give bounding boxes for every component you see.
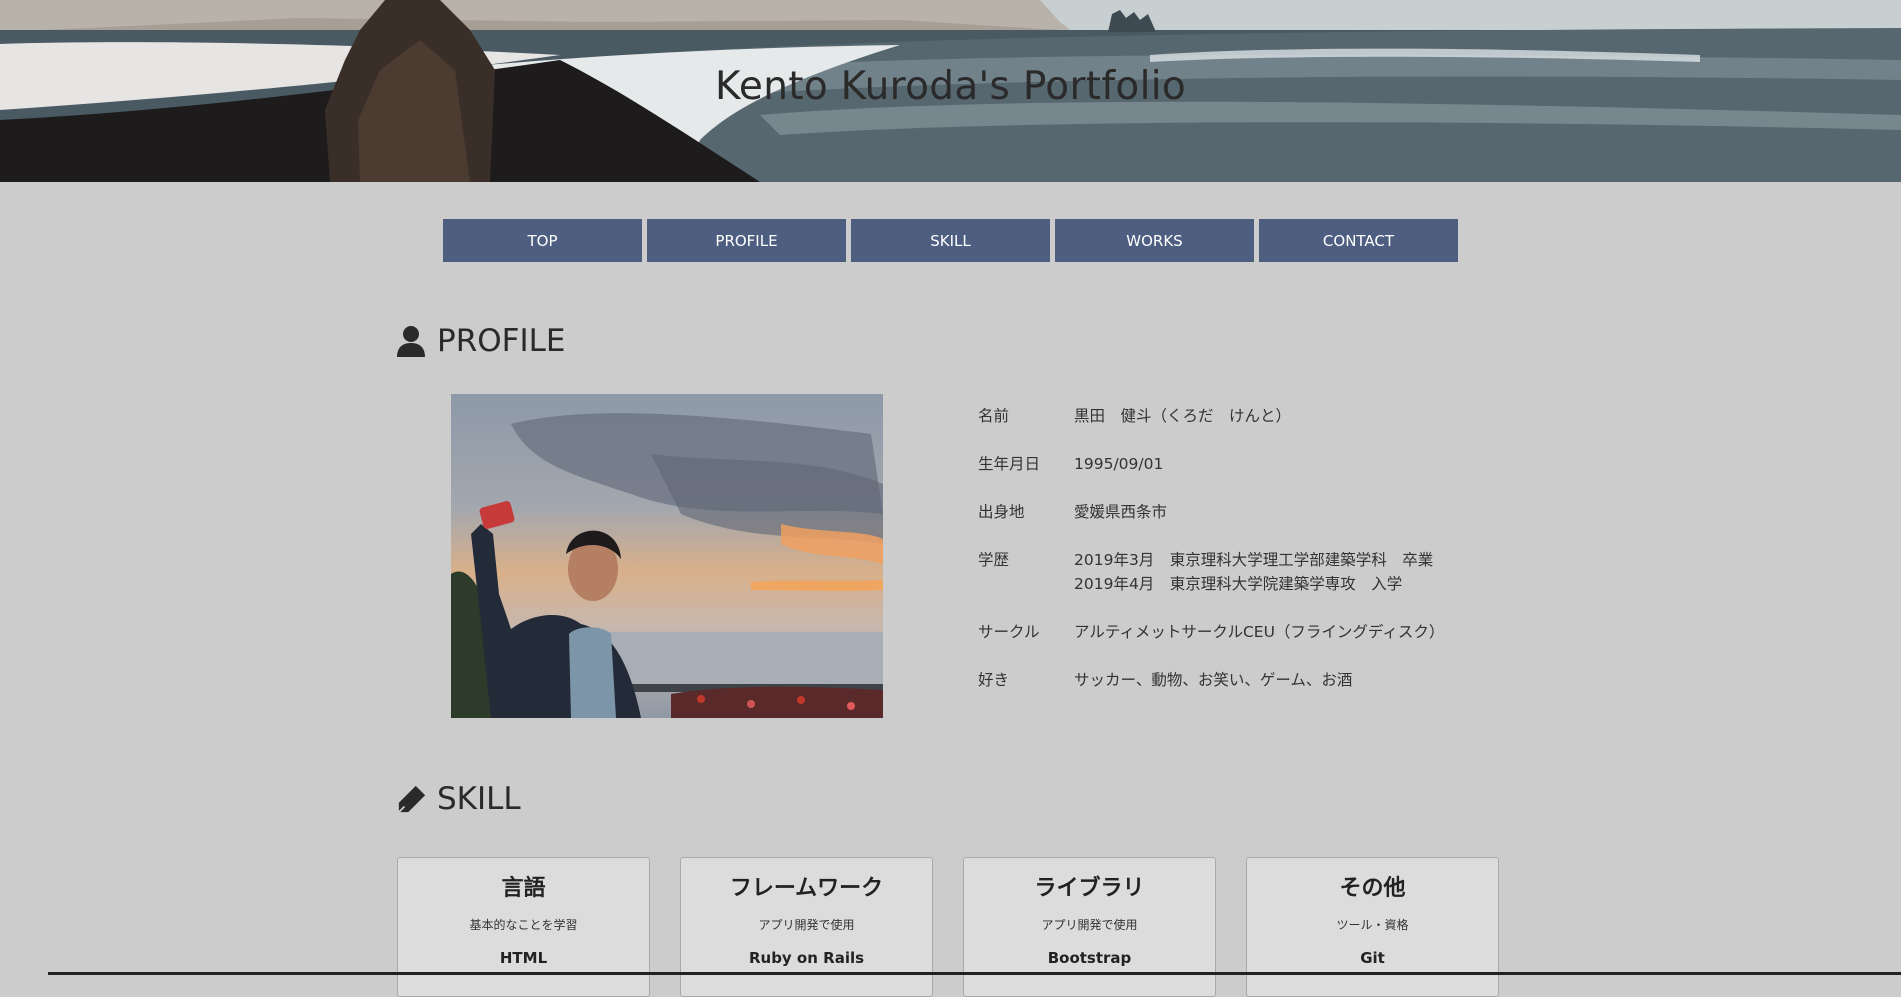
profile-label: 学歴 [978,551,1010,569]
skill-card-title: 言語 [501,876,546,901]
profile-value: 黒田 健斗（くろだ けんと） [1074,407,1292,425]
skill-card-subtitle: アプリ開発で使用 [758,918,855,932]
skill-card-item: Ruby on Rails [748,949,865,967]
user-icon [397,325,427,357]
nav-skill-button[interactable]: SKILL [851,219,1050,262]
skill-card-subtitle: アプリ開発で使用 [1041,918,1138,932]
skill-card-title: その他 [1339,876,1406,901]
nav-top-button[interactable]: TOP [443,219,642,262]
profile-value: 2019年3月 東京理科大学理工学部建築学科 卒業 [1074,551,1434,569]
profile-label: 名前 [978,407,1010,425]
profile-row-name: 名前 黒田 健斗（くろだ けんと） [978,404,1444,428]
skill-card-framework: フレームワーク アプリ開発で使用 Ruby on Rails [680,857,933,997]
skill-card-language: 言語 基本的なことを学習 HTML [397,857,650,997]
profile-label: 生年月日 [978,455,1041,473]
profile-row-education: 学歴 2019年3月 東京理科大学理工学部建築学科 卒業 2019年4月 東京理… [978,548,1444,596]
nav-works-button[interactable]: WORKS [1055,219,1254,262]
skill-card-item: Git [1360,949,1385,967]
profile-label: 出身地 [978,503,1025,521]
profile-label: サークル [978,623,1040,641]
skill-cards: 言語 基本的なことを学習 HTML フレームワーク アプリ開発で使用 Ruby … [397,857,1499,997]
profile-heading-text: PROFILE [437,323,566,359]
profile-row-hometown: 出身地 愛媛県西条市 [978,500,1444,524]
profile-row-circle: サークル アルティメットサークルCEU（フライングディスク） [978,620,1444,644]
skill-card-title: ライブラリ [1034,876,1145,901]
profile-row-likes: 好き サッカー、動物、お笑い、ゲーム、お酒 [978,668,1444,692]
profile-value: 1995/09/01 [1074,455,1164,473]
profile-label: 好き [978,671,1010,689]
nav-profile-button[interactable]: PROFILE [647,219,846,262]
nav-contact-button[interactable]: CONTACT [1259,219,1458,262]
profile-value: アルティメットサークルCEU（フライングディスク） [1074,623,1445,641]
skill-card-subtitle: 基本的なことを学習 [469,918,578,932]
profile-value: サッカー、動物、お笑い、ゲーム、お酒 [1074,671,1353,689]
skill-heading-text: SKILL [437,781,521,817]
skill-heading: SKILL [397,781,521,817]
skill-card-subtitle: ツール・資格 [1336,918,1409,932]
profile-row-birthday: 生年月日 1995/09/01 [978,452,1444,476]
pen-icon [397,783,427,815]
site-title: Kento Kuroda's Portfolio [714,64,1186,109]
skill-card-library: ライブラリ アプリ開発で使用 Bootstrap [963,857,1216,997]
header-banner: Kento Kuroda's Portfolio [0,0,1901,182]
profile-photo [451,394,883,718]
skill-card-item: HTML [499,949,548,967]
main-nav: TOP PROFILE SKILL WORKS CONTACT [443,219,1458,262]
skill-card-title: フレームワーク [729,876,884,901]
profile-value: 2019年4月 東京理科大学院建築学専攻 入学 [1074,575,1403,593]
skill-card-other: その他 ツール・資格 Git [1246,857,1499,997]
profile-value: 愛媛県西条市 [1074,503,1168,521]
profile-table: 名前 黒田 健斗（くろだ けんと） 生年月日 1995/09/01 出身地 愛媛… [978,404,1444,716]
profile-heading: PROFILE [397,323,565,359]
skill-card-item: Bootstrap [1047,949,1132,967]
